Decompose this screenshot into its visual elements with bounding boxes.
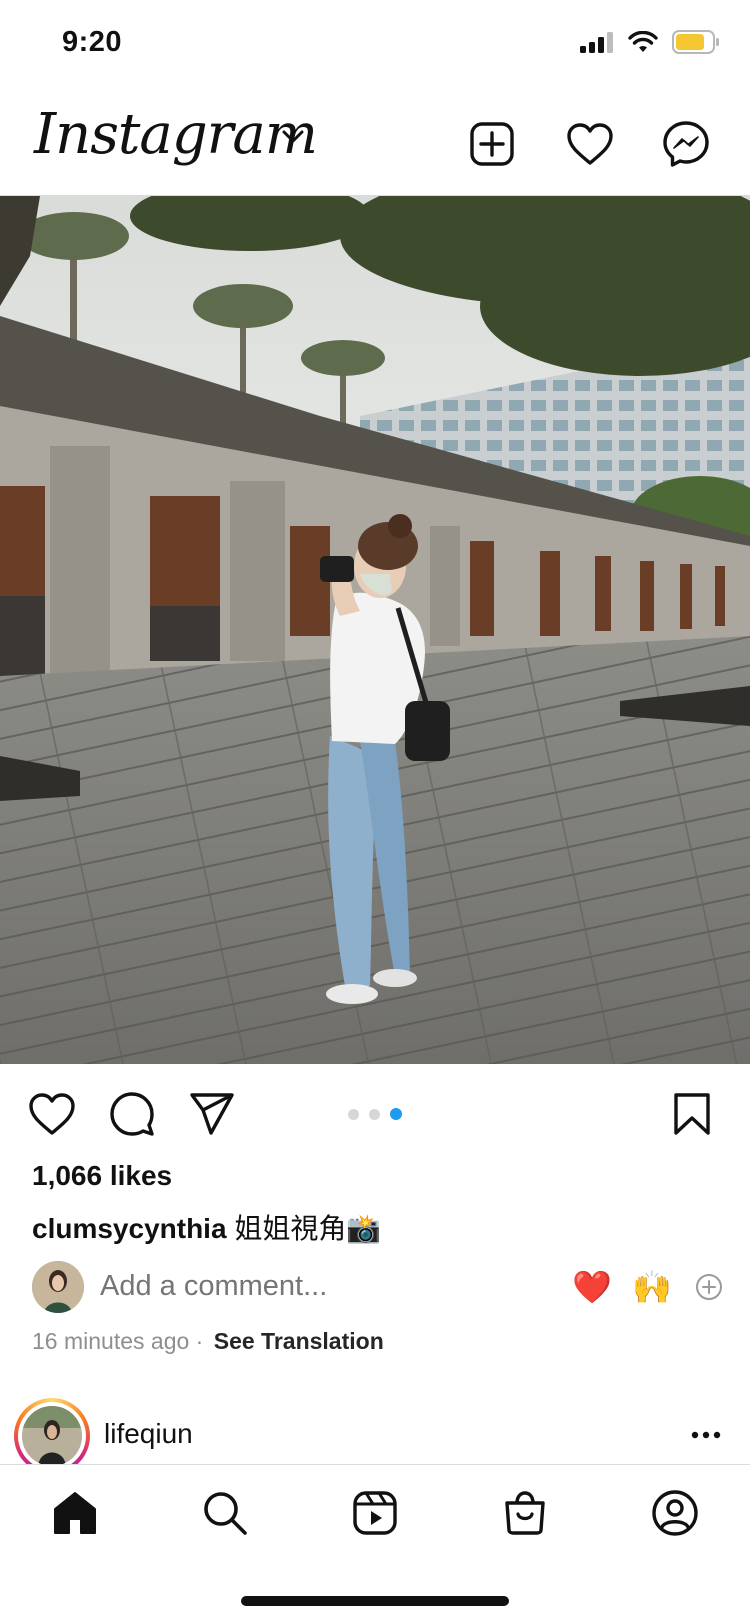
instagram-logo[interactable]: Instagram — [34, 102, 318, 167]
activity-button[interactable] — [562, 116, 618, 172]
new-post-button[interactable] — [464, 116, 520, 172]
see-translation-link[interactable]: See Translation — [214, 1328, 384, 1354]
carousel-dot-active — [390, 1108, 402, 1120]
comment-input[interactable] — [100, 1270, 520, 1303]
messenger-icon — [663, 121, 709, 167]
tab-reels[interactable] — [345, 1483, 405, 1543]
add-comment-row: ❤️ 🙌 — [0, 1258, 750, 1316]
app-header: Instagram — [0, 96, 750, 196]
heart-icon — [29, 1093, 75, 1135]
tab-shop[interactable] — [495, 1483, 555, 1543]
post-timestamp: 16 minutes ago — [32, 1328, 190, 1354]
carousel-indicator — [348, 1108, 402, 1120]
profile-icon — [652, 1490, 698, 1536]
more-options-button[interactable] — [688, 1420, 724, 1450]
status-time: 9:20 — [62, 26, 123, 58]
tab-search[interactable] — [195, 1483, 255, 1543]
avatar-image — [22, 1406, 82, 1466]
more-icon — [691, 1431, 721, 1439]
story-ring[interactable] — [14, 1398, 90, 1474]
battery-icon — [672, 30, 719, 54]
status-bar: 9:20 — [0, 0, 750, 90]
comment-button[interactable] — [104, 1086, 160, 1142]
post-photo[interactable] — [0, 196, 750, 1064]
avatar-image — [32, 1261, 84, 1313]
post-caption: clumsycynthia 姐姐視角📸 — [32, 1207, 381, 1247]
reels-icon — [353, 1491, 397, 1535]
heart-icon — [567, 123, 613, 165]
status-icons — [580, 30, 720, 54]
save-button[interactable] — [664, 1086, 720, 1142]
caption-text: 姐姐視角📸 — [234, 1213, 382, 1244]
post-image — [0, 196, 750, 1064]
quick-reaction-raised-hands[interactable]: 🙌 — [632, 1268, 672, 1306]
bookmark-icon — [674, 1093, 710, 1135]
next-post-header: lifeqiun — [0, 1398, 750, 1474]
likes-count[interactable]: 1,066 likes — [32, 1160, 172, 1192]
next-post-username[interactable]: lifeqiun — [104, 1418, 193, 1450]
post-meta: 16 minutes ago · See Translation — [32, 1328, 384, 1355]
share-button[interactable] — [184, 1086, 240, 1142]
post-action-bar — [0, 1064, 750, 1164]
cellular-signal-icon — [580, 32, 613, 53]
bottom-tab-bar — [0, 1464, 750, 1560]
chevron-down-icon[interactable] — [282, 130, 304, 144]
carousel-dot — [369, 1108, 380, 1120]
caption-username[interactable]: clumsycynthia — [32, 1213, 227, 1244]
tab-home[interactable] — [45, 1483, 105, 1543]
new-post-icon — [470, 122, 514, 166]
quick-reaction-heart[interactable]: ❤️ — [572, 1268, 612, 1306]
like-button[interactable] — [24, 1086, 80, 1142]
avatar — [22, 1406, 82, 1466]
wifi-icon — [628, 31, 658, 52]
messenger-button[interactable] — [658, 116, 714, 172]
add-reaction-icon[interactable] — [694, 1272, 724, 1302]
send-icon — [190, 1093, 234, 1135]
search-icon — [204, 1492, 247, 1535]
shop-icon — [505, 1491, 545, 1535]
carousel-dot — [348, 1108, 359, 1120]
avatar — [32, 1261, 84, 1313]
comment-icon — [110, 1092, 154, 1136]
home-indicator[interactable] — [241, 1596, 509, 1606]
tab-profile[interactable] — [645, 1483, 705, 1543]
home-icon — [54, 1492, 96, 1534]
meta-separator: · — [195, 1328, 204, 1354]
